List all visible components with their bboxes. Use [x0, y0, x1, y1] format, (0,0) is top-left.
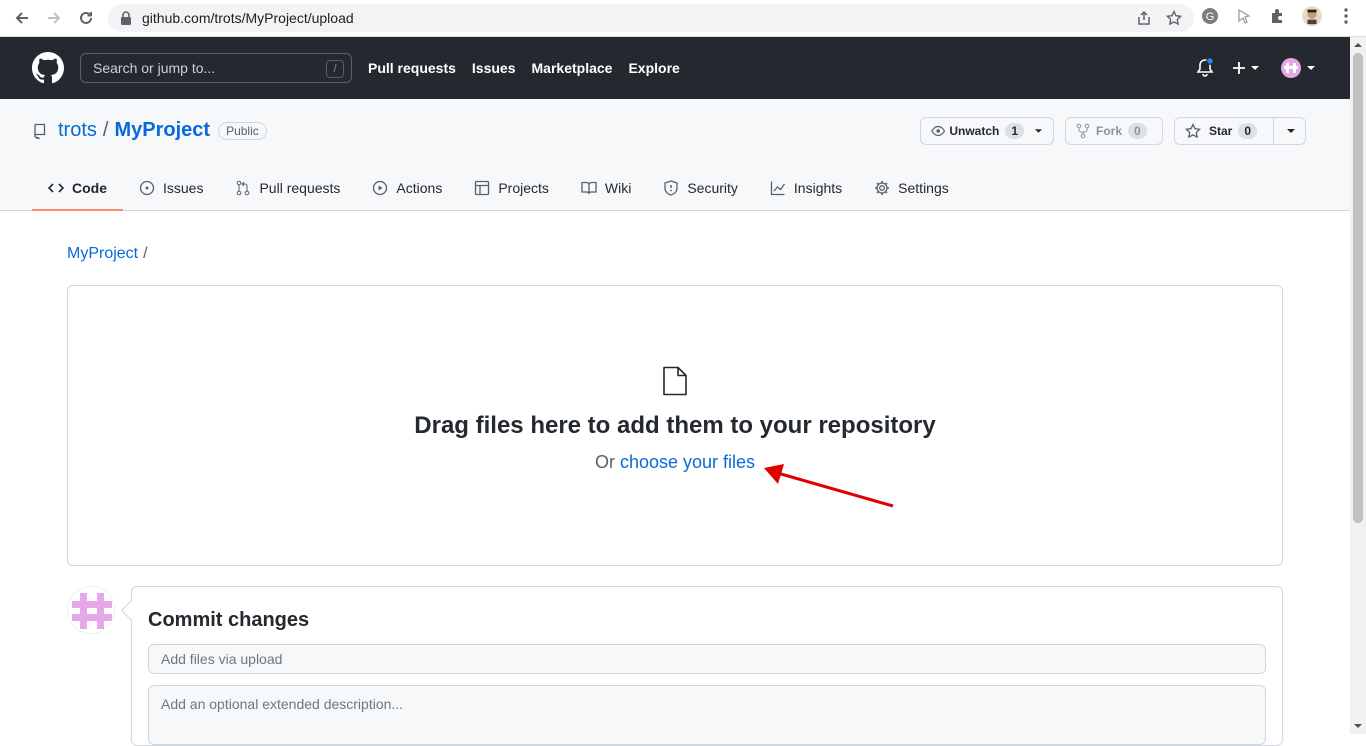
repo-icon — [34, 123, 46, 139]
commit-description-textarea[interactable]: Add an optional extended description... — [148, 685, 1266, 745]
star-dropdown-chevron-icon[interactable] — [1286, 128, 1296, 134]
drop-zone-subtitle: Or choose your files — [68, 452, 1282, 473]
lock-icon — [121, 11, 131, 25]
scrollbar-thumb[interactable] — [1353, 53, 1363, 523]
visibility-badge: Public — [218, 121, 267, 140]
star-count: 0 — [1238, 123, 1258, 139]
extensions-puzzle-icon[interactable] — [1268, 6, 1288, 26]
create-new-plus-icon[interactable] — [1232, 61, 1262, 80]
file-drop-zone[interactable]: Drag files here to add them to your repo… — [67, 285, 1283, 566]
extension-grammarly-icon[interactable]: G — [1200, 6, 1220, 26]
nav-explore[interactable]: Explore — [628, 60, 679, 76]
repo-title-separator: / — [102, 119, 109, 141]
fork-button[interactable]: Fork 0 — [1065, 117, 1163, 145]
scroll-down-arrow-icon[interactable] — [1350, 720, 1366, 732]
nav-pull-requests[interactable]: Pull requests — [368, 60, 456, 76]
bookmark-star-icon[interactable] — [1166, 10, 1182, 26]
breadcrumb-slash: / — [143, 245, 148, 262]
nav-marketplace[interactable]: Marketplace — [532, 60, 613, 76]
commit-changes-heading: Commit changes — [148, 609, 310, 631]
issue-opened-icon — [139, 180, 155, 196]
tab-projects[interactable]: Projects — [458, 165, 565, 211]
fork-label: Fork — [1096, 124, 1123, 138]
repo-name-link[interactable]: MyProject — [114, 119, 210, 142]
git-pull-request-icon — [237, 180, 250, 196]
forward-icon[interactable] — [38, 2, 70, 34]
star-icon — [1185, 123, 1201, 139]
file-icon — [663, 366, 687, 396]
tab-code-label: Code — [72, 180, 107, 196]
play-icon — [373, 180, 388, 196]
breadcrumb-repo-link[interactable]: MyProject — [67, 245, 138, 262]
tab-security-label: Security — [687, 180, 738, 196]
drop-zone-title: Drag files here to add them to your repo… — [414, 412, 936, 439]
book-icon — [581, 181, 597, 195]
repo-owner-link[interactable]: trots — [58, 119, 97, 142]
eye-icon — [931, 125, 946, 137]
commit-summary-input[interactable]: Add files via upload — [148, 644, 1266, 674]
scroll-up-arrow-icon[interactable] — [1350, 39, 1366, 51]
watch-count: 1 — [1005, 123, 1025, 139]
breadcrumb: MyProject / — [67, 245, 148, 263]
page-scrollbar[interactable] — [1350, 37, 1366, 734]
reload-icon[interactable] — [70, 2, 102, 34]
tab-pull-requests-label: Pull requests — [259, 180, 341, 196]
tab-settings[interactable]: Settings — [858, 165, 965, 211]
choose-files-link[interactable]: choose your files — [620, 452, 755, 472]
url-text: github.com/trots/MyProject/upload — [142, 10, 354, 26]
fork-count: 0 — [1128, 123, 1147, 139]
shield-icon — [664, 180, 678, 196]
graph-icon — [770, 181, 785, 196]
share-icon[interactable] — [1136, 10, 1152, 26]
tab-issues-label: Issues — [163, 180, 204, 196]
unwatch-button[interactable]: Unwatch 1 — [920, 117, 1054, 145]
tab-pull-requests[interactable]: Pull requests — [219, 165, 356, 211]
nav-issues[interactable]: Issues — [472, 60, 516, 76]
search-input[interactable]: Search or jump to... / — [80, 53, 352, 83]
user-avatar-menu-icon[interactable] — [1280, 57, 1316, 84]
code-icon — [48, 183, 64, 193]
tab-actions-label: Actions — [396, 180, 443, 196]
notifications-bell-icon[interactable] — [1196, 57, 1214, 83]
tab-issues[interactable]: Issues — [123, 165, 219, 211]
star-divider — [1273, 118, 1274, 144]
github-logo-icon[interactable] — [32, 52, 64, 84]
tab-insights[interactable]: Insights — [754, 165, 858, 211]
tab-projects-label: Projects — [498, 180, 549, 196]
unwatch-label: Unwatch — [949, 124, 1000, 138]
star-button[interactable]: Star 0 — [1174, 117, 1306, 145]
tab-code[interactable]: Code — [32, 165, 123, 211]
browser-toolbar: github.com/trots/MyProject/upload G — [0, 0, 1366, 37]
tab-wiki-label: Wiki — [604, 180, 632, 196]
search-placeholder: Search or jump to... — [93, 60, 216, 76]
commit-changes-panel: Commit changes Add files via upload Add … — [131, 586, 1283, 746]
table-icon — [475, 180, 490, 196]
tab-settings-label: Settings — [898, 180, 949, 196]
avatar — [67, 586, 115, 634]
repository-header: trots / MyProject Public Unwatch 1 Fork … — [0, 99, 1350, 211]
profile-avatar-icon[interactable] — [1302, 6, 1322, 26]
tab-insights-label: Insights — [793, 180, 843, 196]
search-shortcut-key: / — [326, 60, 344, 78]
fork-icon — [1076, 123, 1090, 139]
star-label: Star — [1209, 124, 1233, 138]
drop-zone-or: Or — [594, 452, 615, 472]
tab-wiki[interactable]: Wiki — [565, 165, 647, 211]
tab-actions[interactable]: Actions — [356, 165, 458, 211]
repo-tabs: Code Issues Pull requests Actions Projec… — [32, 165, 965, 211]
chevron-down-icon — [1034, 129, 1043, 133]
back-icon[interactable] — [6, 2, 38, 34]
extension-cursor-icon[interactable] — [1234, 6, 1254, 26]
browser-menu-icon[interactable] — [1336, 6, 1356, 26]
github-header: Search or jump to... / Pull requests Iss… — [0, 37, 1350, 99]
svg-text:G: G — [1206, 11, 1215, 23]
tab-security[interactable]: Security — [647, 165, 754, 211]
gear-icon — [875, 181, 890, 195]
annotation-arrow-icon — [764, 464, 894, 508]
address-bar[interactable]: github.com/trots/MyProject/upload — [108, 4, 1194, 32]
